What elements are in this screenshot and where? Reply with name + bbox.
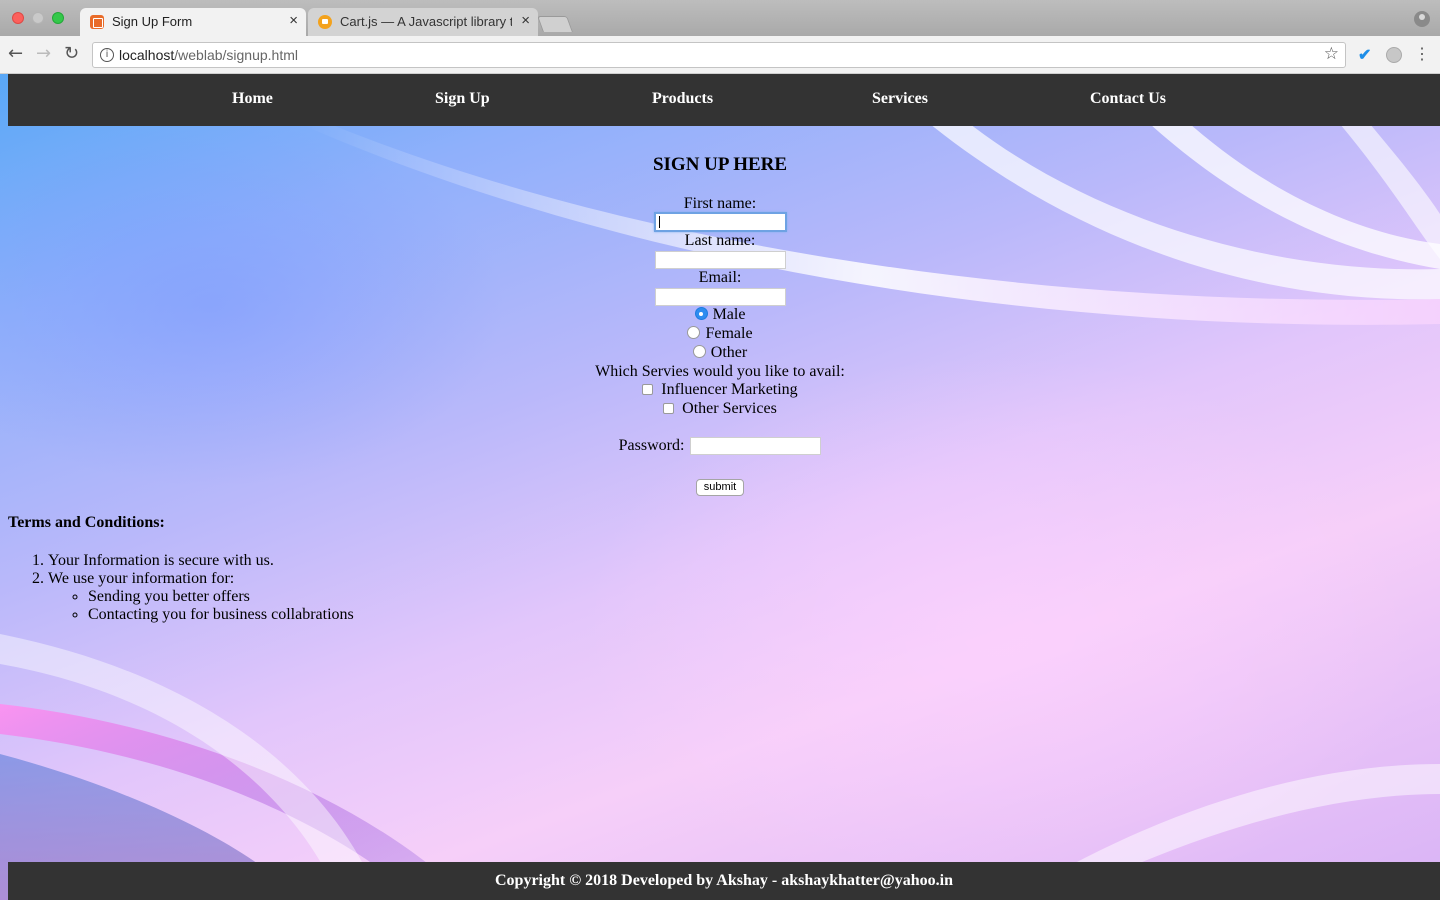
site-navbar: Home Sign Up Products Services Contact U… — [8, 74, 1440, 126]
site-footer: Copyright © 2018 Developed by Akshay - a… — [8, 862, 1440, 900]
site-info-icon[interactable]: i — [100, 48, 114, 62]
last-name-label: Last name: — [684, 232, 756, 249]
new-tab-button[interactable] — [537, 16, 573, 32]
gender-option-other: Other — [0, 343, 1440, 362]
tab-cartjs[interactable]: Cart.js — A Javascript library t × — [308, 8, 538, 36]
terms-list: Your Information is secure with us. We u… — [8, 552, 354, 624]
text-caret — [658, 216, 660, 229]
terms-item: Your Information is secure with us. — [48, 552, 354, 570]
close-window-icon[interactable] — [12, 12, 24, 24]
back-arrow-icon[interactable]: ← — [8, 44, 23, 64]
url-text: localhost/weblab/signup.html — [119, 47, 298, 63]
terms-subitem: Contacting you for business collabration… — [88, 606, 354, 624]
gender-option-female: Female — [0, 324, 1440, 343]
browser-menu-icon[interactable]: ⋮ — [1414, 44, 1430, 64]
html-favicon-icon — [90, 15, 104, 29]
first-name-input[interactable] — [653, 212, 787, 233]
cart-favicon-icon — [318, 15, 332, 29]
reload-icon[interactable]: ↻ — [64, 44, 79, 64]
terms-item-text: We use your information for: — [48, 570, 235, 587]
nav-link-products[interactable]: Products — [652, 90, 713, 108]
service-option-other: Other Services — [0, 399, 1440, 418]
close-tab-icon[interactable]: × — [521, 12, 530, 29]
other-label: Other — [710, 344, 748, 361]
male-radio[interactable] — [694, 307, 708, 320]
first-name-label: First name: — [683, 195, 757, 212]
other-services-label: Other Services — [682, 400, 777, 417]
tab-title: Cart.js — A Javascript library t — [340, 14, 512, 29]
gender-option-male: Male — [0, 305, 1440, 324]
email-input[interactable] — [654, 288, 786, 307]
services-label: Which Servies would you like to avail: — [595, 363, 845, 380]
bookmark-star-icon[interactable]: ☆ — [1324, 44, 1339, 64]
url-path: /weblab/signup.html — [174, 47, 299, 63]
terms-section: Terms and Conditions: Your Information i… — [8, 514, 354, 624]
service-option-influencer: Influencer Marketing — [0, 380, 1440, 399]
other-services-checkbox[interactable] — [663, 403, 675, 414]
minimize-window-icon[interactable] — [32, 12, 44, 24]
extension-check-icon[interactable]: ✔ — [1358, 45, 1371, 65]
influencer-marketing-label: Influencer Marketing — [661, 381, 798, 398]
last-name-input[interactable] — [654, 251, 786, 270]
maximize-window-icon[interactable] — [52, 12, 64, 24]
terms-sublist: Sending you better offers Contacting you… — [48, 588, 354, 624]
tab-sign-up-form[interactable]: Sign Up Form × — [80, 8, 306, 36]
extension-globe-icon[interactable] — [1386, 47, 1402, 63]
terms-subitem: Sending you better offers — [88, 588, 354, 606]
submit-button[interactable]: submit — [695, 479, 745, 496]
forward-arrow-icon[interactable]: → — [36, 44, 51, 64]
tab-title: Sign Up Form — [112, 14, 193, 29]
female-label: Female — [705, 325, 753, 342]
page-title: SIGN UP HERE — [652, 154, 788, 175]
url-host: localhost — [119, 47, 175, 63]
page-viewport: Home Sign Up Products Services Contact U… — [0, 74, 1440, 900]
profile-avatar-icon[interactable] — [1414, 11, 1430, 27]
close-tab-icon[interactable]: × — [289, 12, 298, 29]
password-label: Password: — [618, 437, 685, 454]
terms-heading: Terms and Conditions: — [8, 514, 165, 531]
other-radio[interactable] — [692, 345, 706, 358]
browser-tabstrip: Sign Up Form × Cart.js — A Javascript li… — [0, 0, 1440, 36]
influencer-marketing-checkbox[interactable] — [642, 384, 654, 395]
terms-item: We use your information for: Sending you… — [48, 570, 354, 624]
nav-link-home[interactable]: Home — [232, 90, 273, 108]
address-bar[interactable]: i localhost/weblab/signup.html ☆ — [92, 42, 1346, 68]
password-row: Password: — [0, 436, 1440, 456]
nav-link-contact-us[interactable]: Contact Us — [1090, 90, 1166, 108]
browser-toolbar: ← → ↻ i localhost/weblab/signup.html ☆ — [0, 36, 1440, 74]
password-input[interactable] — [690, 437, 822, 456]
male-label: Male — [712, 306, 746, 323]
nav-link-services[interactable]: Services — [872, 90, 928, 108]
nav-link-sign-up[interactable]: Sign Up — [435, 90, 490, 108]
email-label: Email: — [698, 269, 742, 286]
female-radio[interactable] — [687, 326, 701, 339]
